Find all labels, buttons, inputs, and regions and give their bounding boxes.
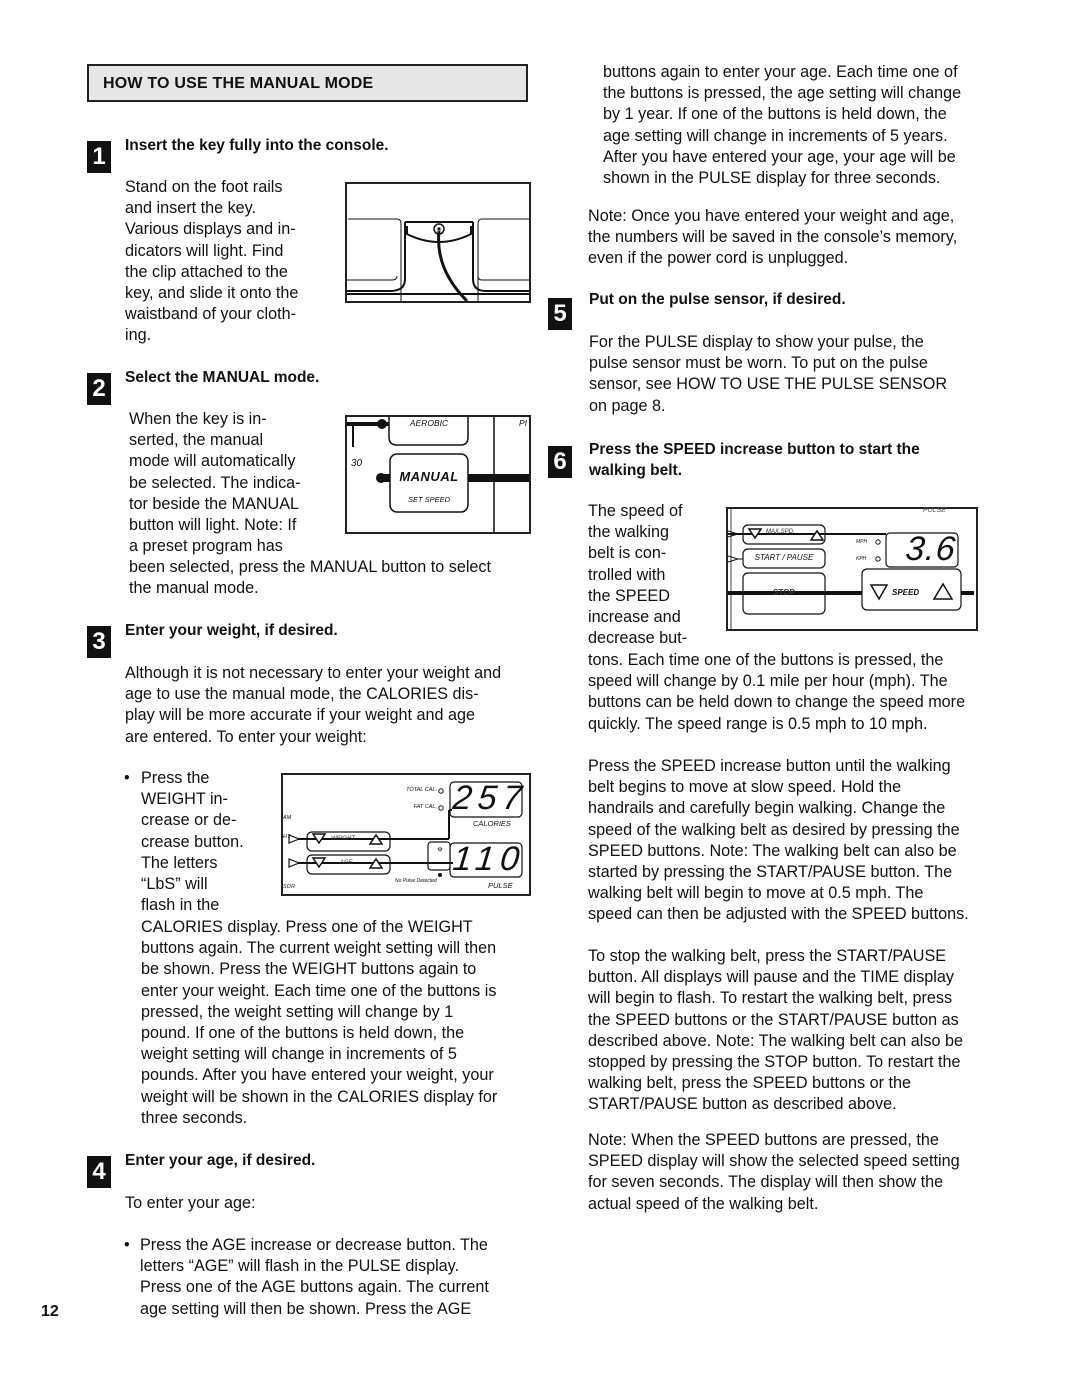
- step-3-bullet-full: CALORIES display. Press one of the WEIGH…: [141, 918, 498, 1127]
- step-1-body: Stand on the foot rails and insert the k…: [125, 178, 299, 345]
- edge-label: AM: [283, 815, 292, 821]
- step-number-6: 6: [548, 446, 572, 478]
- partial-label: PI: [519, 418, 528, 428]
- step-3-intro: Although it is not necessary to enter yo…: [125, 664, 502, 746]
- stop-label: STOP: [773, 588, 795, 597]
- pulse-value: 110: [451, 840, 528, 878]
- step-6-title: Press the SPEED increase button to start…: [589, 441, 920, 479]
- manual-mode-figure: AEROBIC PI 30 MANUAL SET SPEED: [345, 415, 531, 534]
- step-4-continued: buttons again to enter your age. Each ti…: [603, 63, 962, 188]
- step-2-title: Select the MANUAL mode.: [125, 369, 320, 386]
- step-number-5: 5: [548, 298, 572, 330]
- max-speed-label: MAX.SPD.: [766, 529, 795, 535]
- start-pause-label: START / PAUSE: [754, 553, 814, 562]
- step-6-body-wrapped: The speed of the walking belt is con- tr…: [588, 502, 687, 648]
- edge-label: HT: [283, 834, 291, 840]
- calories-value: 257: [451, 779, 530, 817]
- step-4-note: Note: Once you have entered your weight …: [588, 207, 958, 268]
- edge-label: SOR: [283, 884, 295, 890]
- speed-panel-figure: PULSE MAX.SPD. START / PAUSE STOP MPH KP…: [726, 507, 978, 631]
- level-label: 30: [351, 458, 363, 469]
- age-label: AGE: [340, 860, 353, 866]
- key-console-figure: [345, 182, 531, 303]
- aerobic-label: AEROBIC: [409, 418, 449, 428]
- step-6-para-2: Press the SPEED increase button until th…: [588, 757, 969, 924]
- no-pulse-label: No Pulse Detected: [395, 878, 437, 884]
- step-number-3: 3: [87, 626, 111, 658]
- calories-label: CALORIES: [473, 819, 511, 828]
- pulse-top-label: PULSE: [923, 507, 946, 514]
- section-heading: HOW TO USE THE MANUAL MODE: [87, 64, 528, 102]
- bullet-icon: •: [124, 769, 130, 787]
- set-speed-label: SET SPEED: [407, 495, 451, 504]
- step-2-body-wrapped: When the key is in- serted, the manual m…: [129, 410, 301, 556]
- step-4-intro: To enter your age:: [125, 1194, 256, 1212]
- step-3-bullet-wrapped: Press the WEIGHT in- crease or de- creas…: [141, 769, 244, 915]
- bullet-icon: •: [124, 1236, 130, 1254]
- speed-label: SPEED: [892, 588, 920, 597]
- step-6-para-3: To stop the walking belt, press the STAR…: [588, 947, 963, 1114]
- step-4-title: Enter your age, if desired.: [125, 1152, 316, 1169]
- step-number-1: 1: [87, 141, 111, 173]
- step-number-4: 4: [87, 1156, 111, 1188]
- step-6-para-4: Note: When the SPEED buttons are pressed…: [588, 1131, 960, 1213]
- total-cal-label: TOTAL CAL.: [406, 787, 437, 793]
- fat-cal-label: FAT CAL.: [413, 804, 437, 810]
- step-4-bullet: Press the AGE increase or decrease butto…: [140, 1236, 489, 1318]
- step-5-title: Put on the pulse sensor, if desired.: [589, 291, 846, 308]
- weight-label: WEIGHT: [331, 836, 355, 842]
- kph-label: KPH: [856, 556, 867, 562]
- step-6-body-full: tons. Each time one of the buttons is pr…: [588, 651, 966, 733]
- page-number: 12: [41, 1303, 59, 1320]
- mph-label: MPH: [856, 539, 868, 545]
- calories-pulse-figure: TOTAL CAL. FAT CAL. 257 CALORIES 110 PUL…: [281, 773, 531, 896]
- step-3-title: Enter your weight, if desired.: [125, 622, 338, 639]
- section-title: HOW TO USE THE MANUAL MODE: [103, 75, 374, 92]
- speed-value: 3.6: [903, 530, 958, 568]
- manual-label: MANUAL: [399, 469, 459, 484]
- key-insert-illustration: [347, 218, 529, 303]
- step-2-body-full: been selected, press the MANUAL button t…: [129, 558, 492, 598]
- pulse-label: PULSE: [488, 881, 513, 890]
- step-1-title: Insert the key fully into the console.: [125, 137, 389, 154]
- step-number-2: 2: [87, 373, 111, 405]
- step-5-body: For the PULSE display to show your pulse…: [589, 333, 948, 415]
